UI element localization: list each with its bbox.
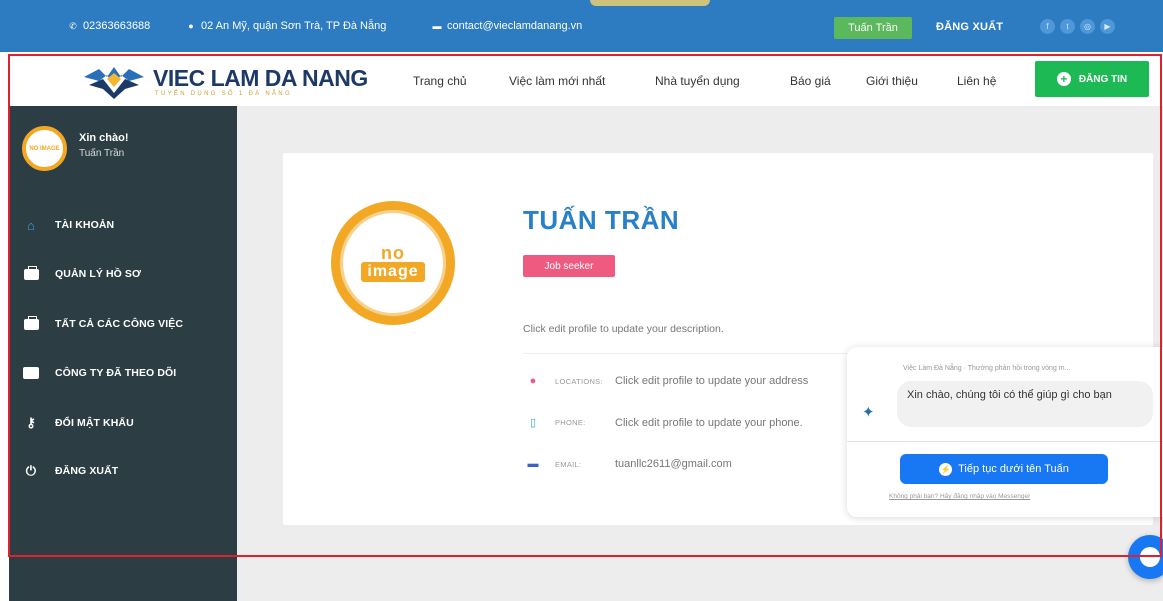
profile-description: Click edit profile to update your descri… [523,323,724,335]
sidebar-item-all-jobs[interactable]: TẤT CẢ CÁC CÔNG VIỆC [23,315,183,331]
phone-value: Click edit profile to update your phone. [615,416,803,429]
main-header: VIEC LAM DA NANG TUYỂN DỤNG SỐ 1 ĐÀ NẴNG… [9,54,1157,106]
briefcase-icon [23,265,39,281]
page-root: ✆ 02363663688 ● 02 An Mỹ, quận Sơn Trà, … [0,0,1163,601]
divider [847,441,1163,442]
profile-avatar: no image [331,201,455,325]
location-value: Click edit profile to update your addres… [615,375,809,387]
profile-name: TUẤN TRẦN [523,205,680,235]
avatar: NO IMAGE [22,126,67,171]
address-text: 02 An Mỹ, quận Sơn Trà, TP Đà Nẵng [201,20,387,32]
chat-header: Việc Làm Đà Nẵng · Thường phản hồi trong… [903,365,1071,372]
logo-mark-icon [84,67,144,99]
map-pin-icon: ● [529,375,537,387]
address-contact: ● 02 An Mỹ, quận Sơn Trà, TP Đà Nẵng [186,20,386,32]
continue-chat-label: Tiếp tục dưới tên Tuấn [958,463,1069,475]
nav-employers[interactable]: Nhà tuyển dụng [655,74,740,88]
chat-avatar-icon: ✦ [862,404,875,421]
twitter-icon[interactable]: t [1060,19,1075,34]
continue-chat-button[interactable]: ⚡ Tiếp tục dưới tên Tuấn [900,454,1108,484]
sidebar-item-label: TẤT CẢ CÁC CÔNG VIỆC [55,318,183,330]
account-sidebar: NO IMAGE Xin chào! Tuấn Trần ⌂ TÀI KHOẢN… [9,106,237,601]
email-label: EMAIL: [555,459,582,469]
nav-pricing[interactable]: Báo giá [790,74,831,88]
sidebar-item-label: ĐĂNG XUẤT [55,465,119,477]
top-decoration [590,0,710,6]
sidebar-item-followed-companies[interactable]: CÔNG TY ĐÃ THEO DÕI [23,366,176,380]
nav-home[interactable]: Trang chủ [413,74,467,88]
role-badge: Job seeker [523,255,615,277]
location-row: ● LOCATIONS: Click edit profile to updat… [527,375,809,387]
logo-subtitle: TUYỂN DỤNG SỐ 1 ĐÀ NẴNG [155,91,292,97]
post-job-button[interactable]: + ĐĂNG TIN [1035,61,1149,97]
user-icon: ⌂ [27,217,35,233]
envelope-icon: ▬ [527,458,539,470]
plus-icon: + [1056,72,1071,86]
not-you-link[interactable]: Không phải bạn? Hãy đăng nhập vào Messen… [889,493,1030,500]
sidebar-item-label: QUẢN LÝ HỒ SƠ [55,268,142,280]
email-value: tuanllc2611@gmail.com [615,458,732,470]
no-image-bottom-text: image [361,262,425,282]
top-contact-bar: ✆ 02363663688 ● 02 An Mỹ, quận Sơn Trà, … [0,0,1163,52]
phone-text: 02363663688 [83,20,151,32]
sidebar-item-logout[interactable]: ⏻ ĐĂNG XUẤT [23,463,119,478]
nav-contact[interactable]: Liên hệ [957,74,996,88]
sidebar-item-label: CÔNG TY ĐÃ THEO DÕI [55,367,177,379]
sidebar-item-label: ĐỔI MẬT KHẨU [55,417,134,429]
sidebar-item-manage-resume[interactable]: QUẢN LÝ HỒ SƠ [23,265,142,281]
power-icon: ⏻ [25,463,37,478]
phone-label: PHONE: [555,418,586,427]
sidebar-item-change-password[interactable]: ⚷ ĐỔI MẬT KHẨU [23,415,134,430]
key-icon: ⚷ [26,415,36,430]
email-text: contact@vieclamdanang.vn [447,20,583,32]
card-icon [23,366,39,380]
email-row: ▬ EMAIL: tuanllc2611@gmail.com [527,458,732,470]
location-label: LOCATIONS: [555,376,603,386]
nav-about[interactable]: Giới thiệu [866,74,918,88]
sidebar-user: NO IMAGE Xin chào! Tuấn Trần [22,126,129,171]
envelope-icon: ▬ [432,21,442,31]
messenger-chat-widget: Việc Làm Đà Nẵng · Thường phản hồi trong… [847,347,1163,517]
chat-message: Xin chào, chúng tôi có thể giúp gì cho b… [897,381,1153,427]
no-image-top-text: no [381,243,405,263]
map-pin-icon: ● [188,21,194,31]
messenger-bubble-icon [1140,547,1160,567]
nav-latest-jobs[interactable]: Việc làm mới nhất [509,74,605,88]
sidebar-item-label: TÀI KHOẢN [55,219,115,231]
site-logo[interactable]: VIEC LAM DA NANG TUYỂN DỤNG SỐ 1 ĐÀ NẴNG [79,62,368,102]
phone-icon: ✆ [69,21,77,31]
top-logout-link[interactable]: ĐĂNG XUẤT [936,21,1003,33]
facebook-icon[interactable]: f [1040,19,1055,34]
sidebar-item-account[interactable]: ⌂ TÀI KHOẢN [23,217,115,233]
instagram-icon[interactable]: ◎ [1080,19,1095,34]
bottom-strip [237,557,1163,601]
logo-title: VIEC LAM DA NANG [153,65,368,91]
sidebar-username: Tuấn Trần [79,148,125,159]
phone-contact[interactable]: ✆ 02363663688 [68,20,150,32]
mobile-icon: ▯ [529,417,537,429]
email-contact[interactable]: ▬ contact@vieclamdanang.vn [432,20,583,32]
youtube-icon[interactable]: ▶ [1100,19,1115,34]
messenger-icon: ⚡ [939,462,953,476]
phone-row: ▯ PHONE: Click edit profile to update yo… [527,416,803,430]
post-job-label: ĐĂNG TIN [1078,73,1128,85]
user-name-button[interactable]: Tuấn Trần [834,17,912,39]
briefcase-icon [23,315,39,331]
greeting-text: Xin chào! [79,132,129,144]
